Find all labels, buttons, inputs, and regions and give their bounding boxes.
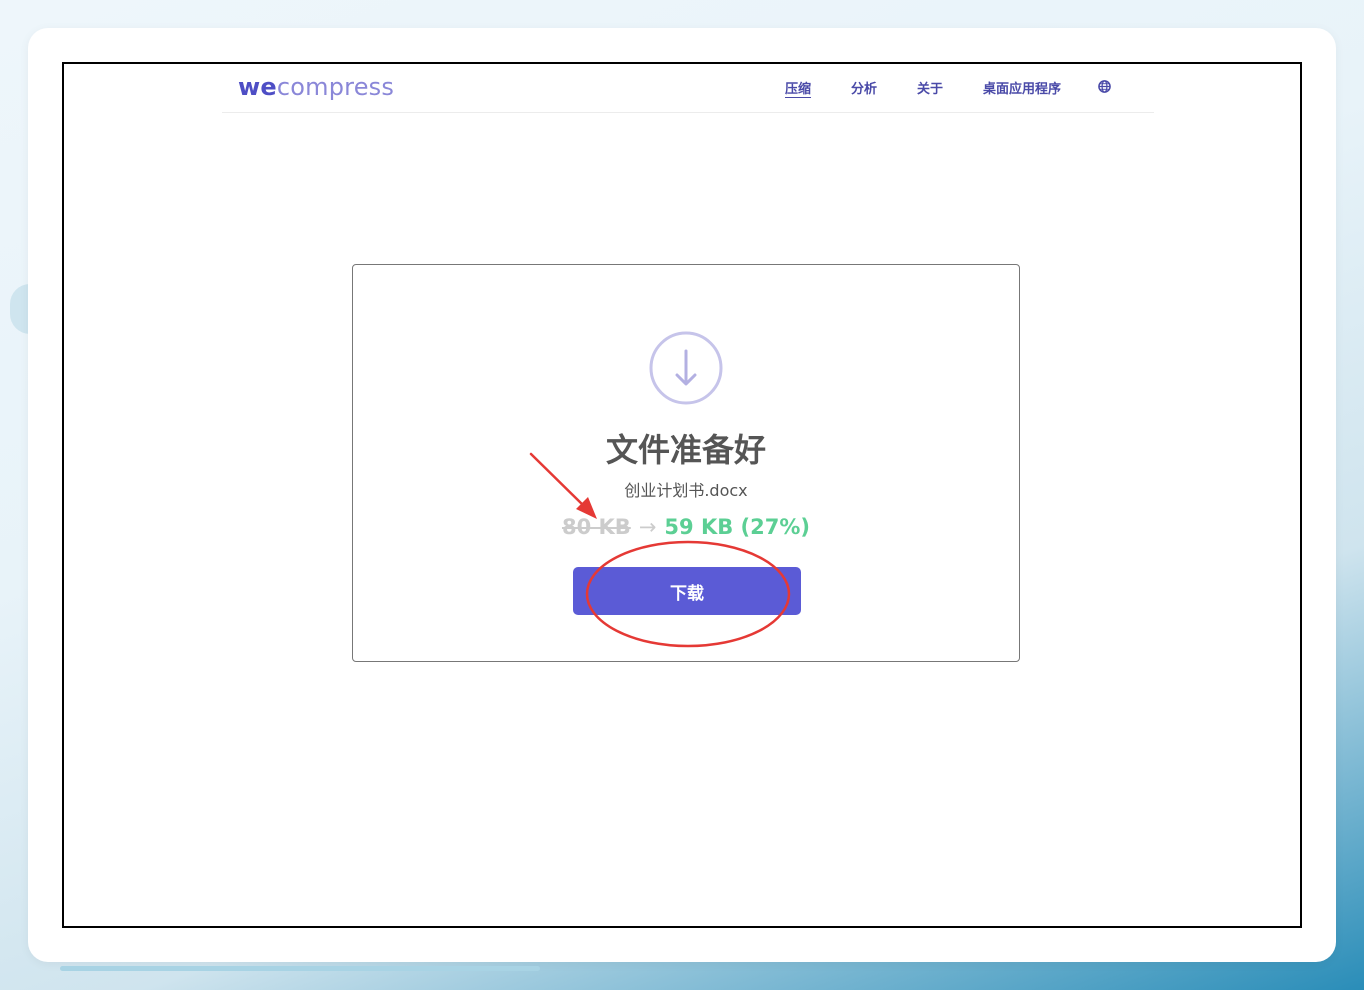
nav-desktop-app[interactable]: 桌面应用程序 <box>983 78 1061 97</box>
file-name: 创业计划书.docx <box>624 481 748 500</box>
size-arrow-icon: → <box>638 515 657 539</box>
scroll-strip <box>60 966 540 971</box>
logo-bold-part: we <box>238 73 277 101</box>
compressed-size: 59 KB (27%) <box>664 515 811 539</box>
globe-icon[interactable] <box>1098 80 1111 93</box>
page-title: 文件准备好 <box>605 431 766 469</box>
original-size: 80 KB <box>561 515 631 539</box>
result-card: 文件准备好 创业计划书.docx 80 KB → 59 KB (27%) 下载 <box>352 264 1020 662</box>
wecompress-logo[interactable]: wecompress <box>238 73 394 101</box>
logo-light-part: compress <box>276 73 395 101</box>
top-header: wecompress 压缩 分析 关于 桌面应用程序 <box>222 64 1154 113</box>
nav-about[interactable]: 关于 <box>917 78 943 97</box>
nav-compress[interactable]: 压缩 <box>785 78 811 97</box>
size-comparison: 80 KB → 59 KB (27%) <box>353 515 1019 539</box>
nav-analyze[interactable]: 分析 <box>851 78 877 97</box>
app-screen: wecompress 压缩 分析 关于 桌面应用程序 文件准备好 创业计划书.d… <box>62 62 1302 928</box>
download-button[interactable]: 下载 <box>573 567 801 615</box>
download-arrow-icon <box>649 331 723 405</box>
